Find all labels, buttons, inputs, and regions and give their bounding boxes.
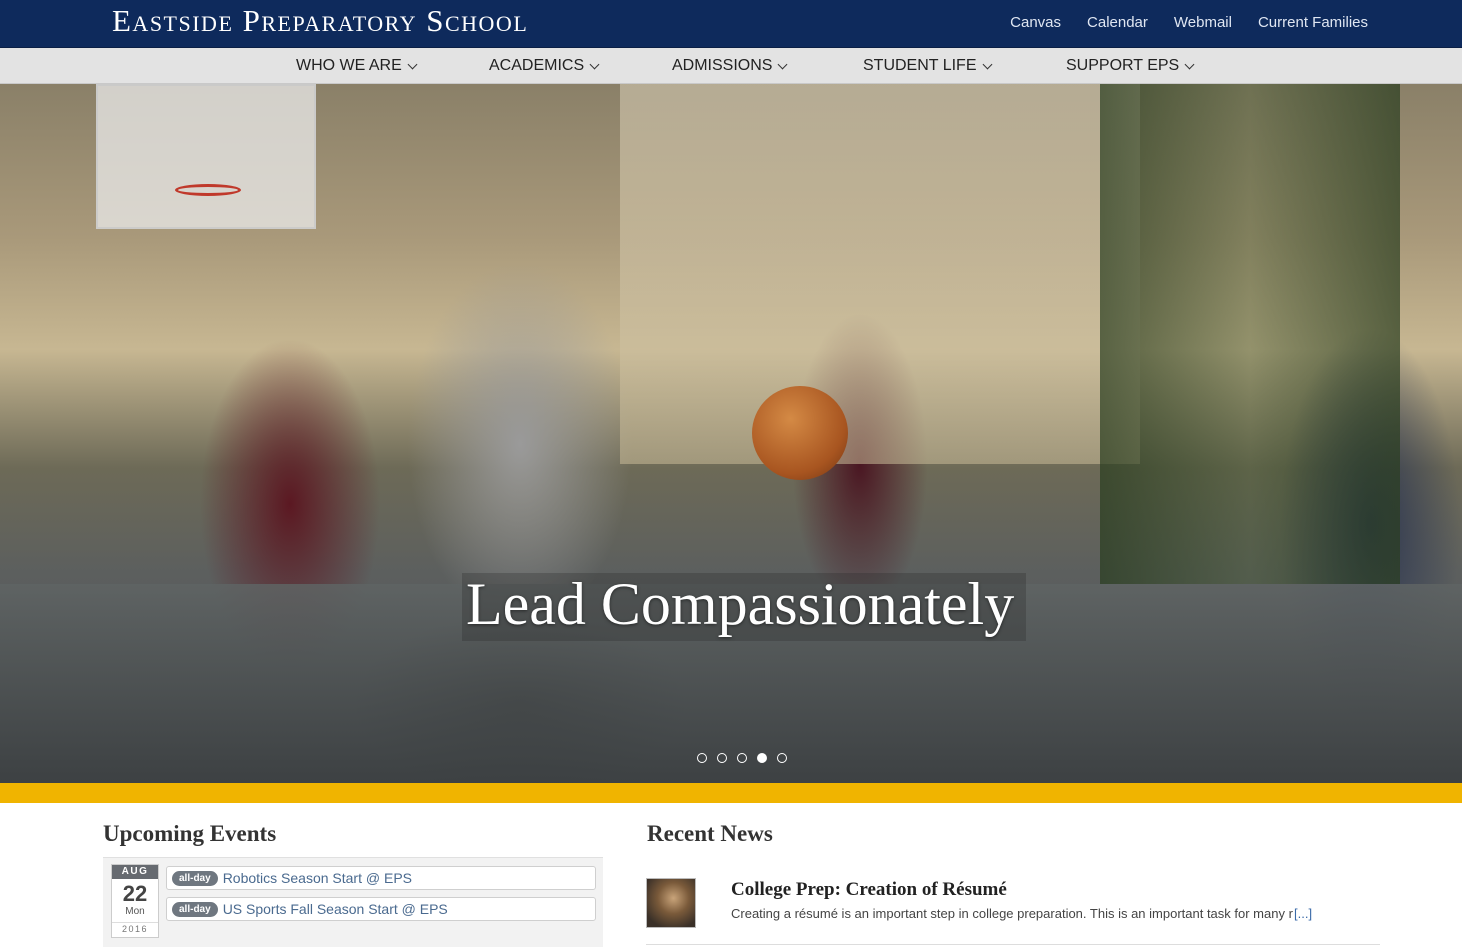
event-date-weekday: Mon	[125, 906, 145, 917]
nav-item-support-eps[interactable]: SUPPORT EPS	[1066, 57, 1195, 75]
news-thumbnail[interactable]	[646, 878, 696, 928]
main-nav: WHO WE ARE ACADEMICS ADMISSIONS STUDENT …	[0, 48, 1462, 84]
nav-item-academics[interactable]: ACADEMICS	[489, 57, 600, 75]
nav-item-label: ADMISSIONS	[672, 57, 773, 74]
utility-link-current-families[interactable]: Current Families	[1258, 14, 1368, 31]
news-divider	[646, 944, 1380, 945]
nav-item-student-life[interactable]: STUDENT LIFE	[863, 57, 992, 75]
event-title[interactable]: US Sports Fall Season Start @ EPS	[223, 901, 448, 917]
hero-slideshow[interactable]: Lead Compassionately	[0, 84, 1462, 783]
slide-indicators	[697, 753, 787, 763]
utility-nav: Canvas Calendar Webmail Current Families	[1010, 14, 1368, 31]
chevron-down-icon	[778, 59, 788, 69]
chevron-down-icon	[982, 59, 992, 69]
nav-item-label: STUDENT LIFE	[863, 57, 977, 74]
event-item[interactable]: all-day US Sports Fall Season Start @ EP…	[166, 897, 596, 921]
nav-item-admissions[interactable]: ADMISSIONS	[672, 57, 788, 75]
top-header: Eastside Preparatory School Canvas Calen…	[0, 0, 1462, 48]
nav-item-label: ACADEMICS	[489, 57, 585, 74]
slide-dot-3[interactable]	[737, 753, 747, 763]
accent-bar	[0, 783, 1462, 803]
news-excerpt: Creating a résumé is an important step i…	[731, 906, 1293, 921]
read-more-link[interactable]: [...]	[1294, 906, 1312, 921]
hero-photo-hoop	[175, 184, 241, 196]
slide-dot-1[interactable]	[697, 753, 707, 763]
hero-caption: Lead Compassionately	[466, 571, 1015, 637]
all-day-badge: all-day	[172, 870, 218, 886]
news-heading: Recent News	[647, 821, 773, 846]
chevron-down-icon	[589, 59, 600, 69]
event-date-month: AUG	[112, 865, 158, 879]
chevron-down-icon	[1184, 59, 1195, 69]
slide-dot-4[interactable]	[757, 753, 767, 763]
utility-link-canvas[interactable]: Canvas	[1010, 14, 1061, 31]
nav-item-who-we-are[interactable]: WHO WE ARE	[296, 57, 418, 75]
events-panel: AUG 22 Mon 2016 all-day Robotics Season …	[103, 857, 603, 947]
event-title[interactable]: Robotics Season Start @ EPS	[223, 870, 412, 886]
news-title[interactable]: College Prep: Creation of Résumé	[731, 879, 1007, 901]
utility-link-webmail[interactable]: Webmail	[1174, 14, 1232, 31]
chevron-down-icon	[407, 59, 418, 69]
hero-photo-backboard	[96, 84, 316, 229]
slide-dot-5[interactable]	[777, 753, 787, 763]
utility-link-calendar[interactable]: Calendar	[1087, 14, 1148, 31]
events-heading: Upcoming Events	[103, 821, 277, 846]
hero-photo-building	[620, 84, 1140, 464]
event-date-box: AUG 22 Mon 2016	[111, 864, 159, 938]
nav-item-label: WHO WE ARE	[296, 57, 402, 74]
event-item[interactable]: all-day Robotics Season Start @ EPS	[166, 866, 596, 890]
hero-photo-basketball	[752, 386, 848, 480]
site-logo[interactable]: Eastside Preparatory School	[112, 3, 528, 39]
nav-item-label: SUPPORT EPS	[1066, 57, 1180, 74]
all-day-badge: all-day	[172, 901, 218, 917]
event-date-year: 2016	[112, 922, 158, 934]
event-date-day: 22	[122, 881, 148, 906]
hero-photo-trees	[1100, 84, 1400, 584]
slide-dot-2[interactable]	[717, 753, 727, 763]
